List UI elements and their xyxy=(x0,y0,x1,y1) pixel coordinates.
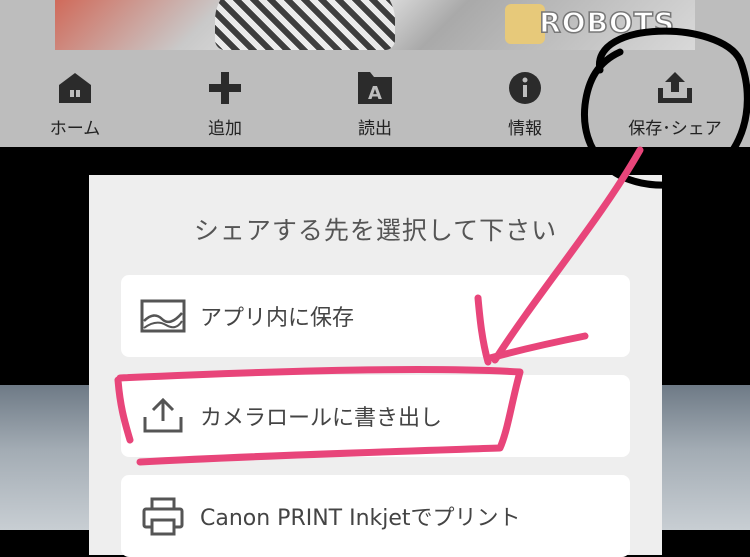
toolbar-save-share[interactable]: 保存･シェア xyxy=(600,50,750,147)
image-icon xyxy=(138,296,188,336)
plus-icon xyxy=(205,70,245,106)
option-canon-print-label: Canon PRINT Inkjetでプリント xyxy=(200,506,521,531)
share-dialog: シェアする先を選択して下さい アプリ内に保存 カメラロールに書き出し Canon… xyxy=(89,175,662,557)
home-icon xyxy=(55,70,95,106)
toolbar-info[interactable]: 情報 xyxy=(450,50,600,147)
toolbar-read-label: 読出 xyxy=(358,119,392,139)
banner-image: ROBOTS xyxy=(55,0,695,50)
robot-illustration xyxy=(215,0,395,50)
banner-logo-text: ROBOTS xyxy=(538,5,675,40)
toolbar-save-share-label: 保存･シェア xyxy=(628,119,722,139)
document-a-icon: A xyxy=(355,70,395,106)
toolbar-home[interactable]: ホーム xyxy=(0,50,150,147)
printer-icon xyxy=(138,496,188,536)
toolbar: ホーム 追加 A 読出 情報 保存･シェア xyxy=(0,50,750,147)
upload-icon xyxy=(138,396,188,436)
info-icon xyxy=(505,70,545,106)
option-save-in-app-label: アプリ内に保存 xyxy=(200,306,355,331)
toolbar-add[interactable]: 追加 xyxy=(150,50,300,147)
toolbar-home-label: ホーム xyxy=(49,119,101,139)
upload-icon xyxy=(655,70,695,106)
option-export-camera-roll-label: カメラロールに書き出し xyxy=(200,406,443,431)
option-canon-print[interactable]: Canon PRINT Inkjetでプリント xyxy=(121,475,630,557)
toolbar-read[interactable]: A 読出 xyxy=(300,50,450,147)
svg-text:A: A xyxy=(368,83,382,104)
toolbar-add-label: 追加 xyxy=(208,119,242,139)
option-save-in-app[interactable]: アプリ内に保存 xyxy=(121,275,630,357)
option-export-camera-roll[interactable]: カメラロールに書き出し xyxy=(121,375,630,457)
dialog-title: シェアする先を選択して下さい xyxy=(193,216,558,245)
banner: ROBOTS xyxy=(0,0,750,50)
toolbar-info-label: 情報 xyxy=(508,119,542,139)
